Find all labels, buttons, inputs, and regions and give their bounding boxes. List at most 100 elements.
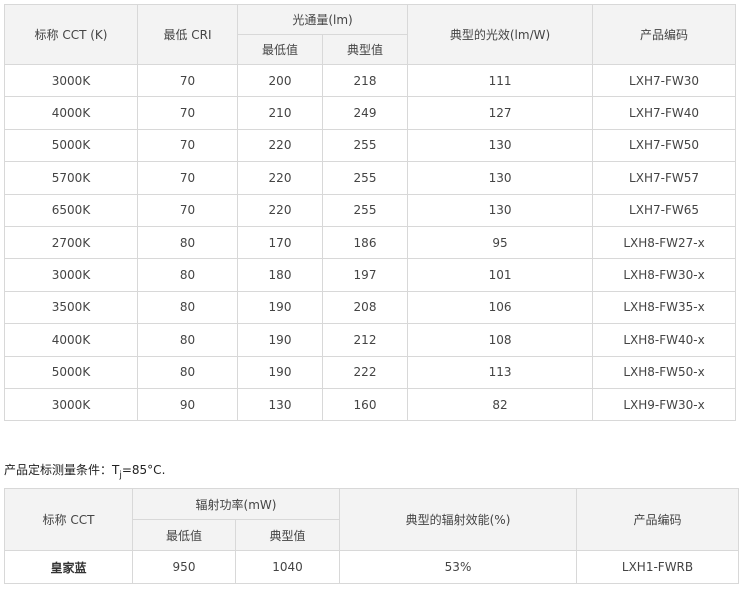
header-cct: 标称 CCT (K): [4, 4, 138, 65]
cell-eff: 127: [407, 96, 594, 130]
cell-typ: 249: [321, 96, 409, 130]
cell-min: 210: [237, 96, 323, 130]
table-row: 5000K 80 190 222 113 LXH8-FW50-x: [4, 355, 737, 389]
table-row: 3000K 70 200 218 111 LXH7-FW30: [4, 63, 737, 98]
luminous-flux-table: 标称 CCT (K) 最低 CRI 光通量(lm) 典型的光效(lm/W) 产品…: [4, 4, 737, 422]
cell-typ: 218: [321, 63, 409, 98]
cell-typ: 255: [321, 161, 409, 195]
header-product-code: 产品编码: [592, 4, 737, 65]
cell-cri: 70: [137, 161, 238, 195]
cell-code: LXH8-FW35-x: [592, 290, 737, 325]
cell-cri: 70: [137, 128, 238, 163]
table-row: 4000K 80 190 212 108 LXH8-FW40-x: [4, 323, 737, 357]
cell-cri: 80: [137, 258, 238, 292]
cell-cct: 6500K: [4, 193, 138, 227]
cell-typ: 212: [321, 323, 409, 357]
cell-code: LXH8-FW40-x: [592, 323, 737, 357]
caption-prefix: 产品定标测量条件：T: [4, 463, 120, 477]
cell-eff: 113: [407, 355, 594, 389]
cell-code: LXH1-FWRB: [576, 550, 740, 584]
cell-code: LXH8-FW50-x: [592, 355, 737, 389]
radiant-power-table-body: 皇家蓝 950 1040 53% LXH1-FWRB: [4, 550, 740, 584]
cell-cri: 80: [137, 290, 238, 325]
radiant-power-table: 标称 CCT 辐射功率(mW) 典型的辐射效能(%) 产品编码 最低值 典型值 …: [4, 488, 740, 584]
header-efficacy: 典型的光效(lm/W): [407, 4, 594, 65]
cell-typ: 255: [321, 193, 409, 227]
cell-typ: 222: [321, 355, 409, 389]
cell-code: LXH8-FW30-x: [592, 258, 737, 292]
cell-code: LXH9-FW30-x: [592, 387, 737, 422]
cell-typ: 255: [321, 128, 409, 163]
luminous-flux-table-body: 3000K 70 200 218 111 LXH7-FW30 4000K 70 210 249 12…: [4, 63, 737, 422]
cell-cri: 70: [137, 63, 238, 98]
table-row: 3500K 80 190 208 106 LXH8-FW35-x: [4, 290, 737, 325]
cell-cct: 5700K: [4, 161, 138, 195]
cell-min: 190: [237, 323, 323, 357]
header-power-typ: 典型值: [234, 519, 341, 551]
cell-cct: 3000K: [4, 63, 138, 98]
cell-min: 190: [237, 290, 323, 325]
cell-cct: 3000K: [4, 387, 138, 422]
cell-cct: 5000K: [4, 128, 138, 163]
cell-cri: 80: [137, 225, 238, 260]
cell-cct: 2700K: [4, 225, 138, 260]
cell-cct: 3500K: [4, 290, 138, 325]
header-min-cri: 最低 CRI: [137, 4, 238, 65]
cell-min: 190: [237, 355, 323, 389]
header-cct: 标称 CCT: [4, 488, 133, 551]
cell-cct: 5000K: [4, 355, 138, 389]
table-row: 2700K 80 170 186 95 LXH8-FW27-x: [4, 225, 737, 260]
cell-code: LXH7-FW40: [592, 96, 737, 130]
cell-code: LXH8-FW27-x: [592, 225, 737, 260]
cell-code: LXH7-FW50: [592, 128, 737, 163]
caption-suffix: =85°C.: [121, 463, 166, 477]
table-row: 5000K 70 220 255 130 LXH7-FW50: [4, 128, 737, 163]
cell-eff: 53%: [339, 550, 578, 584]
header-power-min: 最低值: [132, 519, 236, 551]
cell-min: 220: [237, 128, 323, 163]
cell-min: 950: [132, 550, 236, 584]
table-row: 皇家蓝 950 1040 53% LXH1-FWRB: [4, 550, 740, 584]
cell-min: 220: [237, 161, 323, 195]
cell-eff: 130: [407, 161, 594, 195]
cell-min: 170: [237, 225, 323, 260]
cell-eff: 130: [407, 128, 594, 163]
table-row: 4000K 70 210 249 127 LXH7-FW40: [4, 96, 737, 130]
cell-min: 130: [237, 387, 323, 422]
cell-min: 200: [237, 63, 323, 98]
header-radiant-efficiency: 典型的辐射效能(%): [339, 488, 578, 551]
cell-typ: 197: [321, 258, 409, 292]
cell-cri: 70: [137, 193, 238, 227]
header-flux-min: 最低值: [237, 34, 323, 65]
cell-cct: 3000K: [4, 258, 138, 292]
cell-eff: 130: [407, 193, 594, 227]
cell-code: LXH7-FW65: [592, 193, 737, 227]
cell-cct: 4000K: [4, 323, 138, 357]
cell-cri: 80: [137, 323, 238, 357]
cell-eff: 108: [407, 323, 594, 357]
measurement-condition-caption: 产品定标测量条件：Tj=85°C.: [4, 461, 165, 480]
table-row: 3000K 80 180 197 101 LXH8-FW30-x: [4, 258, 737, 292]
cell-typ: 160: [321, 387, 409, 422]
cell-typ: 208: [321, 290, 409, 325]
cell-cri: 70: [137, 96, 238, 130]
cell-cct: 皇家蓝: [4, 550, 133, 584]
cell-typ: 1040: [234, 550, 341, 584]
header-product-code: 产品编码: [576, 488, 740, 551]
cell-cri: 90: [137, 387, 238, 422]
table-row: 6500K 70 220 255 130 LXH7-FW65: [4, 193, 737, 227]
table-row: 3000K 90 130 160 82 LXH9-FW30-x: [4, 387, 737, 422]
cell-cct: 4000K: [4, 96, 138, 130]
header-flux-typ: 典型值: [321, 34, 409, 65]
header-radiant-power: 辐射功率(mW): [131, 488, 341, 520]
cell-typ: 186: [321, 225, 409, 260]
cell-eff: 95: [407, 225, 594, 260]
cell-min: 220: [237, 193, 323, 227]
header-luminous-flux: 光通量(lm): [236, 4, 409, 35]
cell-eff: 101: [407, 258, 594, 292]
cell-cri: 80: [137, 355, 238, 389]
cell-code: LXH7-FW57: [592, 161, 737, 195]
table-row: 5700K 70 220 255 130 LXH7-FW57: [4, 161, 737, 195]
cell-code: LXH7-FW30: [592, 63, 737, 98]
cell-eff: 111: [407, 63, 594, 98]
